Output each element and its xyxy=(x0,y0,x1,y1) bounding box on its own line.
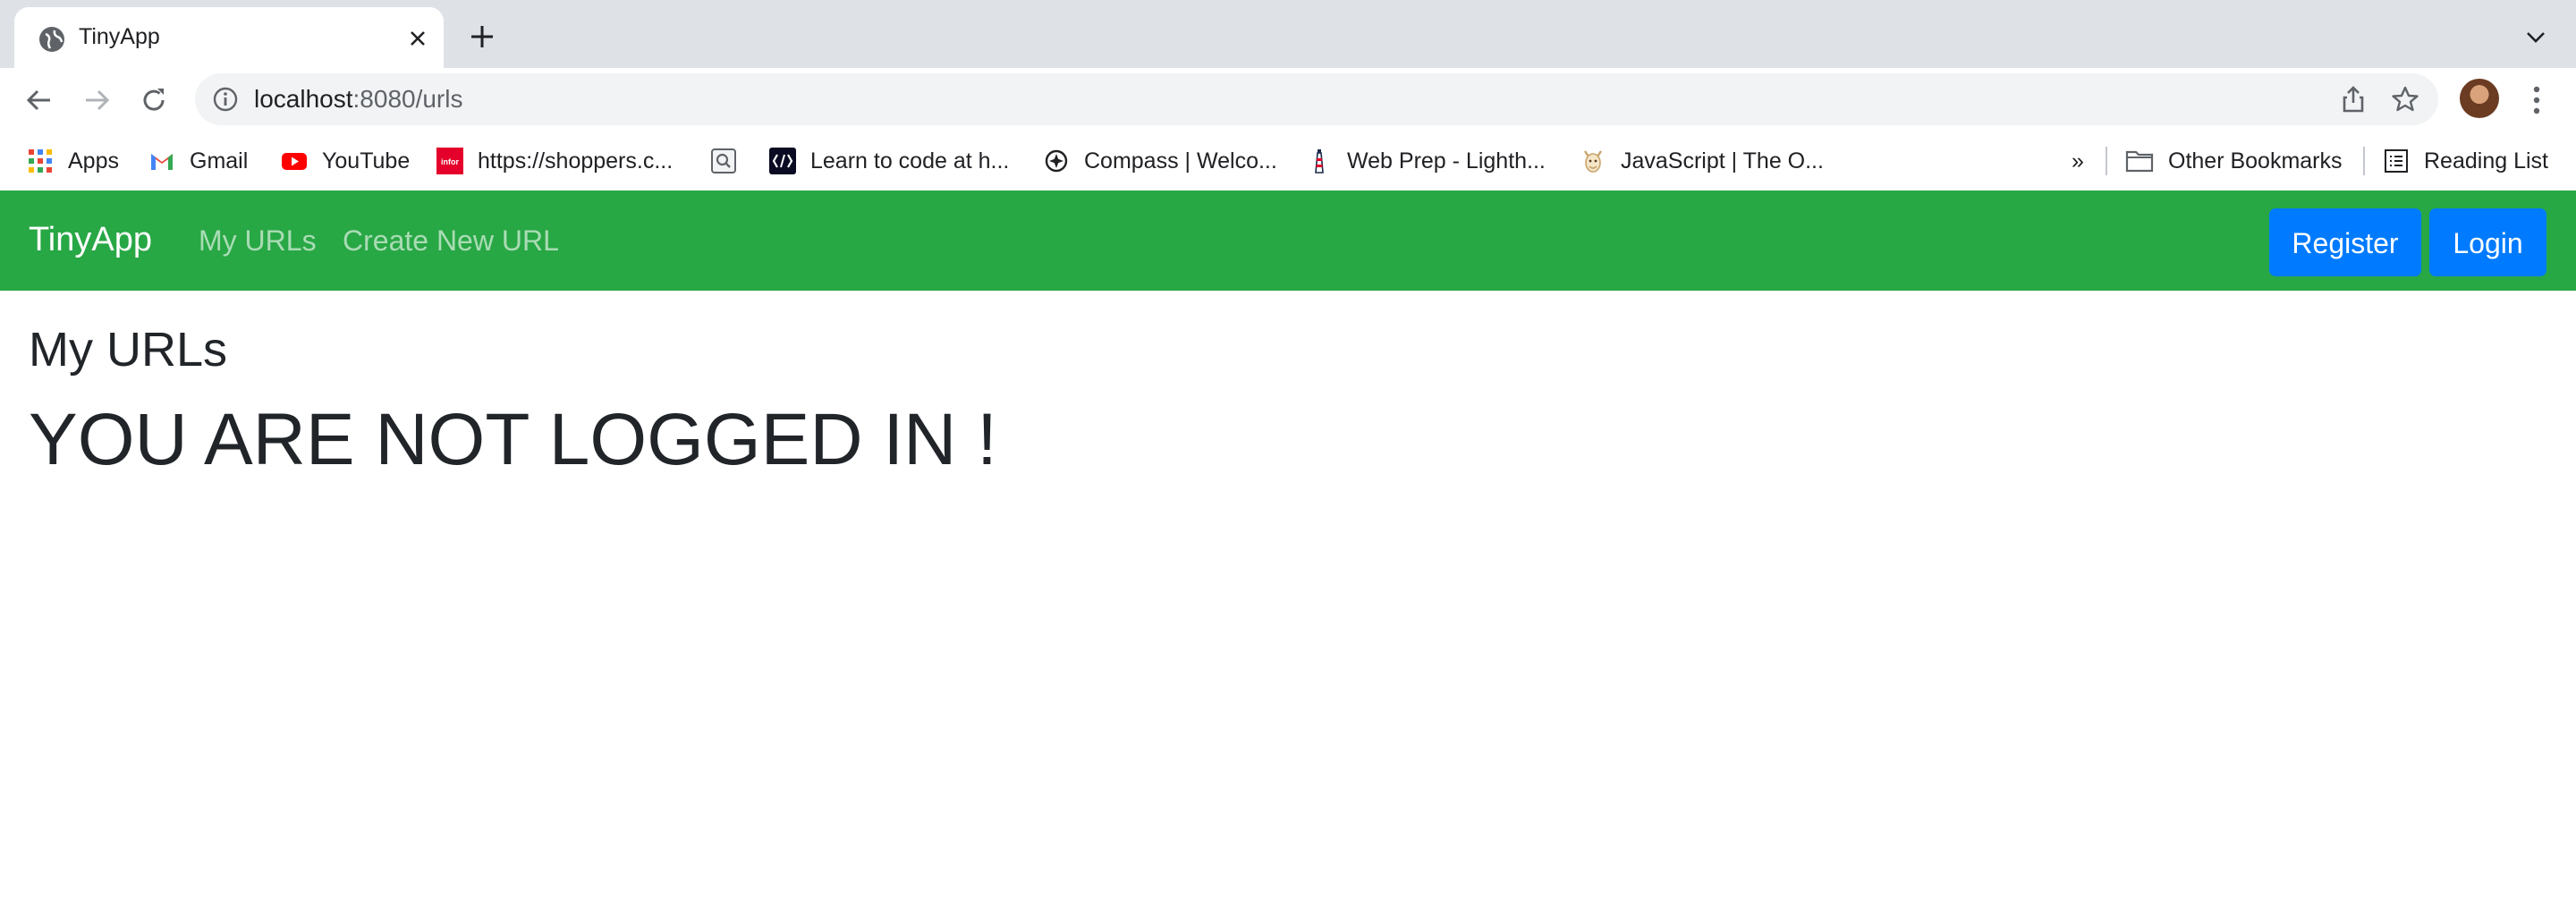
bookmark-star-icon[interactable] xyxy=(2390,84,2420,114)
reload-icon[interactable] xyxy=(138,84,170,116)
bookmark-label: Learn to code at h... xyxy=(810,148,1010,173)
youtube-icon xyxy=(282,153,307,170)
bookmark-label: Apps xyxy=(68,148,119,173)
browser-toolbar: localhost:8080/urls xyxy=(0,68,2576,132)
bookmark-label: YouTube xyxy=(322,148,411,173)
forward-arrow-icon[interactable] xyxy=(80,84,113,116)
tab-title: TinyApp xyxy=(79,24,160,49)
svg-text:infor: infor xyxy=(441,157,459,166)
overflow-label: » xyxy=(2072,148,2084,173)
url-host: localhost xyxy=(254,85,353,113)
site-info-icon[interactable] xyxy=(211,85,240,114)
search-bookmark-icon xyxy=(711,148,736,173)
nav-link-create-new-url[interactable]: Create New URL xyxy=(343,224,559,258)
nav-link-my-urls[interactable]: My URLs xyxy=(199,224,317,258)
profile-avatar[interactable] xyxy=(2460,79,2499,118)
bookmark-label: Gmail xyxy=(190,148,249,173)
code-icon xyxy=(769,148,796,174)
bookmark-apps[interactable]: Apps xyxy=(27,145,119,177)
infor-icon: infor xyxy=(436,148,463,174)
bookmark-gmail[interactable]: Gmail xyxy=(148,145,248,177)
bookmark-shoppers[interactable]: infor https://shoppers.c... xyxy=(436,145,673,177)
bookmark-compass[interactable]: Compass | Welco... xyxy=(1043,145,1277,177)
bookmark-label: Reading List xyxy=(2424,148,2548,173)
share-icon[interactable] xyxy=(2338,84,2368,114)
browser-menu-icon[interactable] xyxy=(2521,82,2553,118)
reading-list[interactable]: Reading List xyxy=(2383,145,2548,177)
close-icon[interactable] xyxy=(404,25,431,52)
bookmarks-divider xyxy=(2106,147,2107,175)
bookmarks-bar: Apps Gmail YouTube infor https://shopper… xyxy=(0,132,2576,191)
reading-list-icon xyxy=(2385,149,2408,173)
back-arrow-icon[interactable] xyxy=(23,84,55,116)
chevron-down-icon[interactable] xyxy=(2522,23,2549,50)
bookmark-web-prep[interactable]: Web Prep - Lighth... xyxy=(1306,145,1546,177)
login-button[interactable]: Login xyxy=(2429,208,2546,276)
new-tab-plus-icon[interactable] xyxy=(467,21,497,52)
compass-icon xyxy=(1045,149,1068,173)
lighthouse-icon xyxy=(1315,149,1324,173)
browser-tab-strip: TinyApp xyxy=(0,0,2576,68)
page-title: My URLs xyxy=(29,323,228,377)
bookmarks-overflow-chevron[interactable]: » xyxy=(2072,145,2084,177)
bookmark-javascript-odin[interactable]: JavaScript | The O... xyxy=(1580,145,1824,177)
apps-grid-icon xyxy=(29,149,52,173)
url-text[interactable]: localhost:8080/urls xyxy=(254,85,462,114)
bookmark-label: https://shoppers.c... xyxy=(478,148,674,173)
register-button[interactable]: Register xyxy=(2269,208,2421,276)
bookmark-learn-to-code[interactable]: Learn to code at h... xyxy=(769,145,1009,177)
odin-icon xyxy=(1584,150,1602,173)
site-navbar: TinyApp My URLs Create New URL Register … xyxy=(0,190,2576,291)
address-bar[interactable]: localhost:8080/urls xyxy=(195,73,2438,125)
folder-icon xyxy=(2125,150,2154,173)
gmail-icon xyxy=(151,154,173,170)
not-logged-in-message: YOU ARE NOT LOGGED IN ! xyxy=(29,399,997,480)
brand-link[interactable]: TinyApp xyxy=(29,221,152,259)
bookmark-label: Web Prep - Lighth... xyxy=(1347,148,1546,173)
browser-tab[interactable]: TinyApp xyxy=(14,7,444,68)
bookmark-label: Compass | Welco... xyxy=(1084,148,1277,173)
bookmark-label: JavaScript | The O... xyxy=(1621,148,1824,173)
globe-icon xyxy=(39,27,64,52)
bookmark-youtube[interactable]: YouTube xyxy=(281,145,410,177)
bookmarks-divider xyxy=(2363,147,2365,175)
bookmark-search[interactable] xyxy=(710,145,737,177)
bookmark-other-bookmarks[interactable]: Other Bookmarks xyxy=(2125,145,2343,177)
url-path: :8080/urls xyxy=(352,85,463,113)
bookmark-label: Other Bookmarks xyxy=(2168,148,2343,173)
